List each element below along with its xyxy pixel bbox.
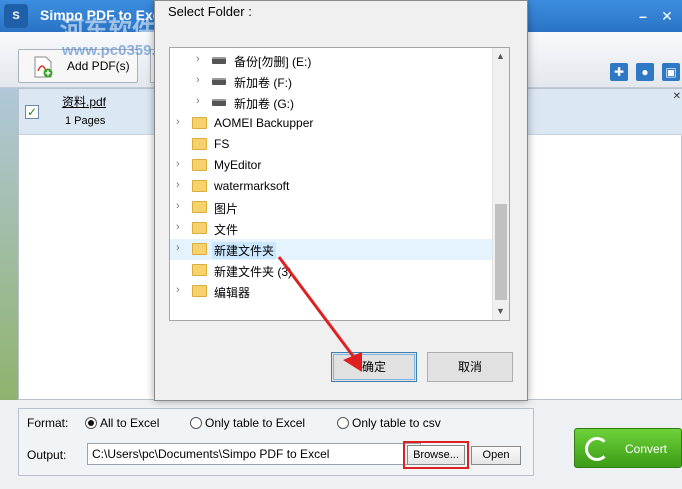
- add-pdf-icon: [34, 56, 53, 78]
- ok-button[interactable]: 确定: [331, 352, 417, 382]
- tree-node-label: MyEditor: [214, 158, 262, 172]
- tree-node-label: 文件: [214, 223, 239, 237]
- format-label: Format:: [27, 416, 69, 430]
- drive-icon: [212, 78, 226, 85]
- close-button[interactable]: ✕: [658, 8, 676, 25]
- folder-icon: [192, 264, 207, 276]
- output-path-field[interactable]: C:\Users\pc\Documents\Simpo PDF to Excel: [87, 443, 421, 465]
- tree-node[interactable]: › 文件: [170, 218, 492, 239]
- folder-icon: [192, 243, 207, 255]
- select-folder-dialog: Select Folder : ▲ ▼ › 备份[勿删] (E:) › 新加卷 (F:…: [154, 0, 528, 401]
- tree-node-label: 新建文件夹: [212, 242, 277, 259]
- tree-node[interactable]: › 新加卷 (F:): [170, 71, 492, 92]
- tree-node-label: 备份[勿删] (E:): [234, 55, 312, 69]
- tree-scrollbar[interactable]: ▲ ▼: [492, 48, 509, 320]
- scroll-down-icon[interactable]: ▼: [496, 306, 505, 316]
- chevron-right-icon[interactable]: ›: [176, 200, 186, 212]
- tree-node-label: 新加卷 (G:): [234, 97, 294, 111]
- tree-node[interactable]: › MyEditor: [170, 155, 492, 176]
- tree-node[interactable]: › 图片: [170, 197, 492, 218]
- convert-button[interactable]: Convert: [574, 428, 682, 468]
- radio-label: Only table to csv: [352, 416, 441, 430]
- refresh-icon: [585, 437, 609, 461]
- browse-highlight-box: [403, 441, 469, 469]
- folder-icon: [192, 222, 207, 234]
- drive-icon: [212, 99, 226, 106]
- tree-node[interactable]: › 新加卷 (G:): [170, 92, 492, 113]
- folder-icon: [192, 180, 207, 192]
- tree-node[interactable]: › watermarksoft: [170, 176, 492, 197]
- radio-label: Only table to Excel: [205, 416, 306, 430]
- options-panel: Format: All to Excel Only table to Excel…: [18, 408, 534, 476]
- file-name[interactable]: 资料.pdf: [62, 93, 106, 110]
- file-page-count: 1 Pages: [65, 115, 106, 127]
- folder-icon: [192, 201, 207, 213]
- cart-icon[interactable]: ▣: [662, 63, 680, 81]
- scroll-up-icon[interactable]: ▲: [496, 51, 505, 61]
- tree-node[interactable]: › 新建文件夹: [170, 239, 492, 260]
- add-pdf-label: Add PDF(s): [67, 59, 130, 73]
- tree-node[interactable]: 新建文件夹 (3): [170, 260, 492, 281]
- folder-icon: [192, 138, 207, 150]
- remove-file-icon[interactable]: ✕: [673, 91, 681, 102]
- folder-tree: ▲ ▼ › 备份[勿删] (E:) › 新加卷 (F:) › 新加卷 (G:) › AOMEI…: [169, 47, 510, 321]
- radio-label: All to Excel: [100, 416, 160, 430]
- tree-node[interactable]: › 编辑器: [170, 281, 492, 302]
- chevron-right-icon[interactable]: ›: [176, 221, 186, 233]
- radio-icon: [85, 417, 97, 429]
- user-icon[interactable]: ●: [636, 63, 654, 81]
- folder-icon: [192, 117, 207, 129]
- chevron-right-icon[interactable]: ›: [196, 53, 206, 65]
- radio-icon: [337, 417, 349, 429]
- format-radio-all-to-excel[interactable]: All to Excel: [85, 416, 159, 430]
- format-radio-only-table-excel[interactable]: Only table to Excel: [190, 416, 305, 430]
- format-radio-only-table-csv[interactable]: Only table to csv: [337, 416, 441, 430]
- folder-icon: [192, 285, 207, 297]
- tree-node[interactable]: FS: [170, 134, 492, 155]
- chevron-right-icon[interactable]: ›: [196, 95, 206, 107]
- tree-node-label: 新加卷 (F:): [234, 76, 292, 90]
- file-checkbox[interactable]: ✓: [25, 105, 39, 119]
- chevron-right-icon[interactable]: ›: [176, 284, 186, 296]
- convert-label: Convert: [625, 442, 668, 456]
- folder-icon: [192, 159, 207, 171]
- tree-node-label: 新建文件夹 (3): [214, 265, 293, 279]
- tree-node-label: 编辑器: [214, 286, 251, 300]
- tree-node-label: FS: [214, 137, 230, 151]
- scroll-thumb[interactable]: [495, 204, 507, 300]
- tree-node-label: 图片: [214, 202, 239, 216]
- tree-node-label: AOMEI Backupper: [214, 116, 314, 130]
- dialog-title: Select Folder :: [168, 4, 252, 19]
- chevron-right-icon[interactable]: ›: [176, 242, 186, 254]
- tree-node[interactable]: › 备份[勿删] (E:): [170, 50, 492, 71]
- chevron-right-icon[interactable]: ›: [176, 116, 186, 128]
- output-label: Output:: [27, 448, 67, 462]
- app-logo-icon: S: [4, 4, 28, 28]
- chevron-right-icon[interactable]: ›: [176, 179, 186, 191]
- tree-node[interactable]: › AOMEI Backupper: [170, 113, 492, 134]
- tree-node-label: watermarksoft: [214, 179, 290, 193]
- radio-icon: [190, 417, 202, 429]
- drive-icon: [212, 57, 226, 64]
- tools-icon[interactable]: ✚: [610, 63, 628, 81]
- cancel-button[interactable]: 取消: [427, 352, 513, 382]
- chevron-right-icon[interactable]: ›: [176, 158, 186, 170]
- minimize-button[interactable]: –: [634, 8, 652, 24]
- chevron-right-icon[interactable]: ›: [196, 74, 206, 86]
- list-side-bar: [0, 88, 18, 400]
- open-button[interactable]: Open: [471, 446, 521, 465]
